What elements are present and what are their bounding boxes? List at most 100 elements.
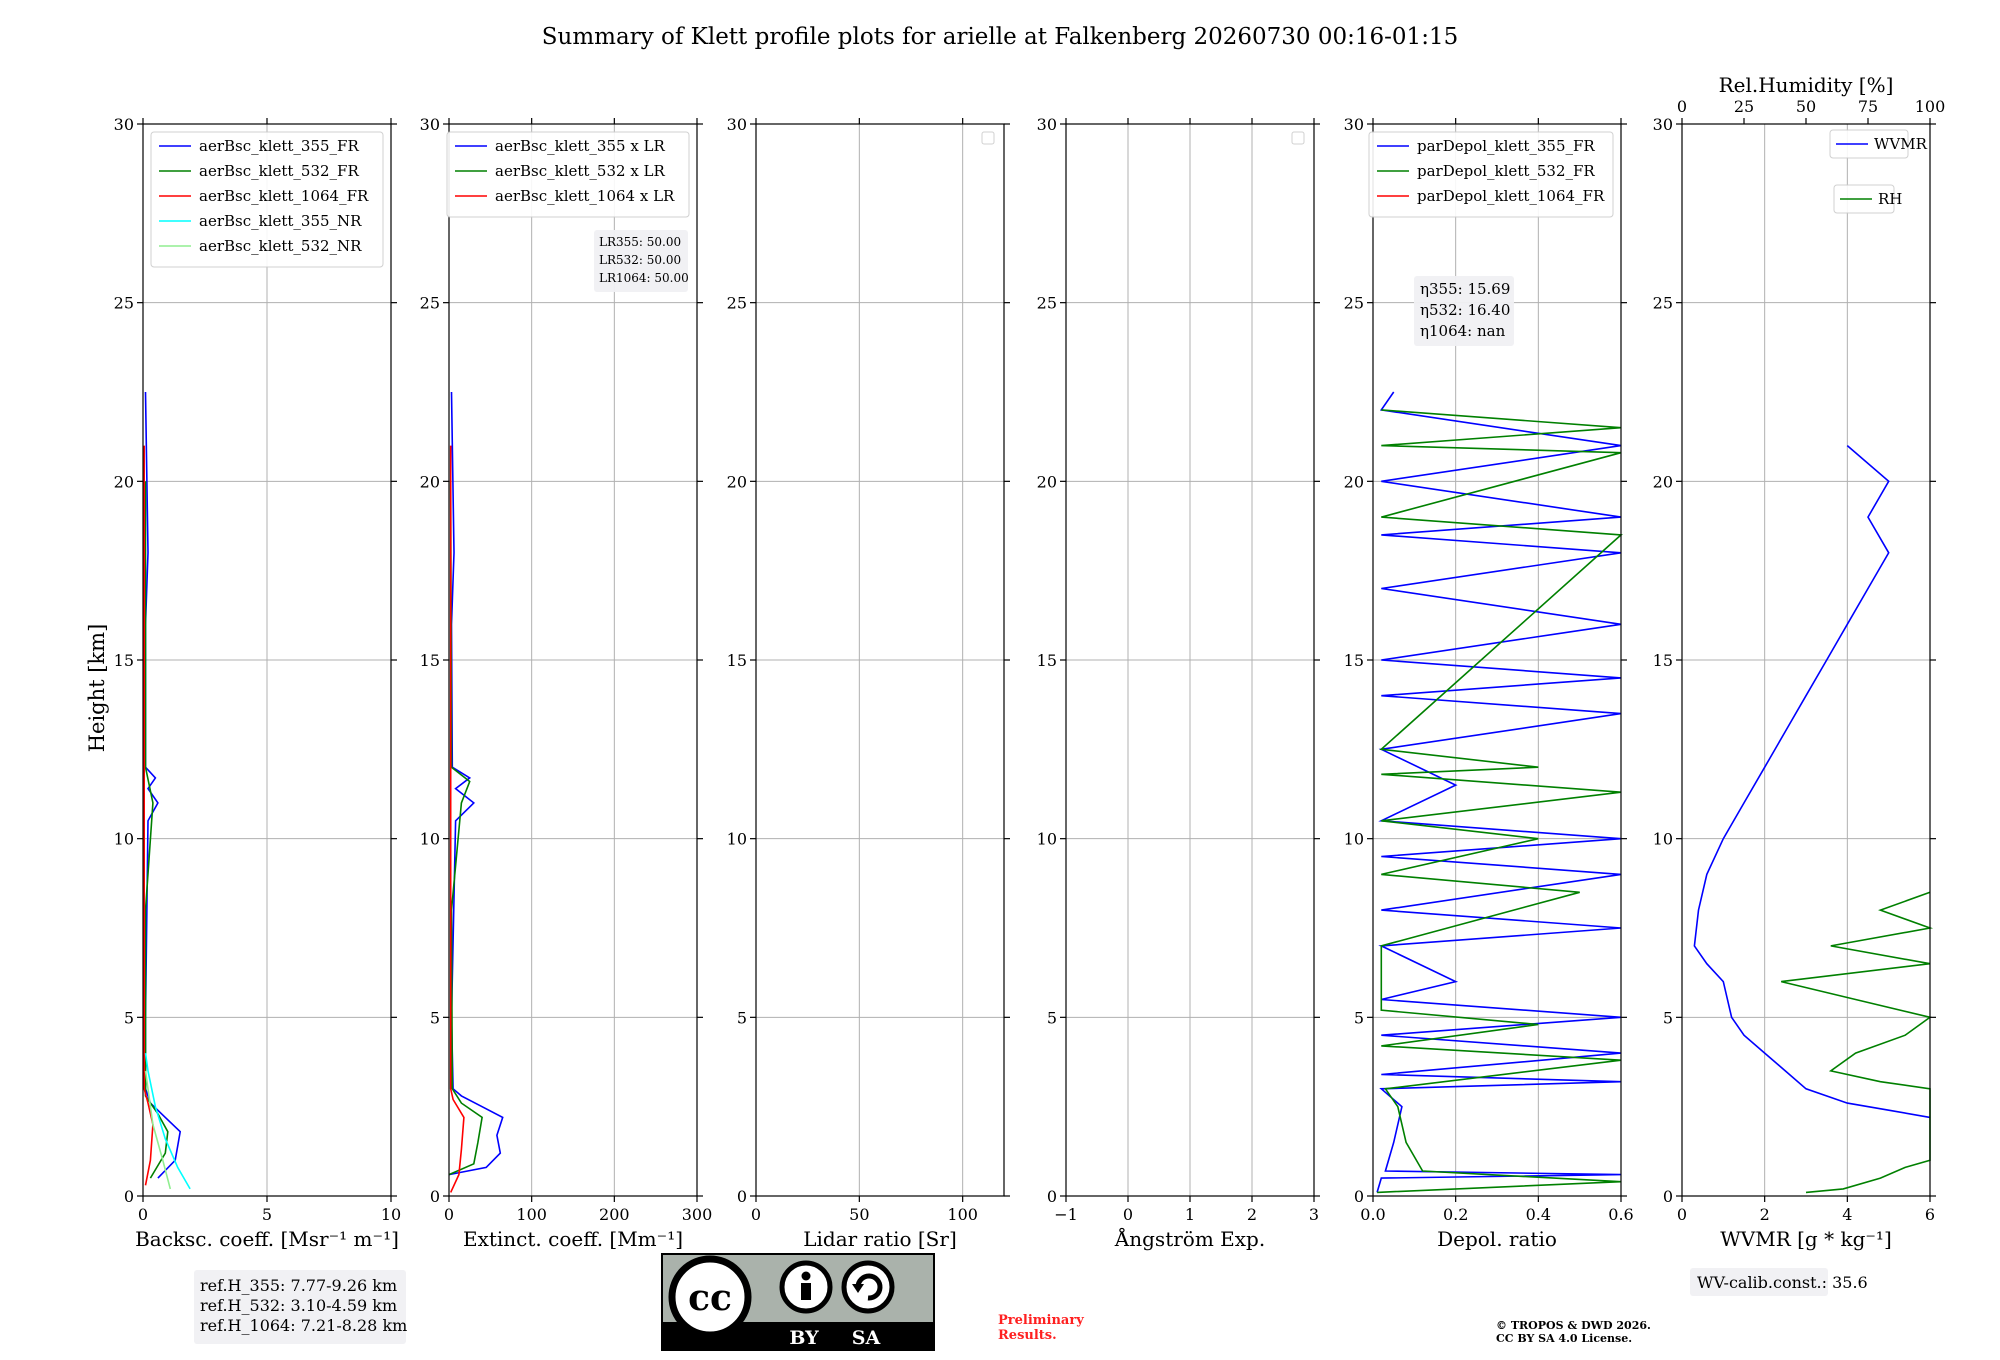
- y-tick-label: 5: [737, 1008, 747, 1027]
- y-tick-label: 25: [1653, 294, 1673, 313]
- legend-label-aerbsc-klett-532-x-lr: aerBsc_klett_532 x LR: [495, 162, 666, 180]
- y-tick-label: 20: [1037, 472, 1057, 491]
- reference-height-1064: ref.H_1064: 7.21-8.28 km: [200, 1316, 407, 1335]
- y-tick-label: 20: [1344, 472, 1364, 491]
- empty-legend-box: [981, 131, 995, 145]
- x-tick-label: 2: [1247, 1205, 1257, 1224]
- legend-label-pardepol-klett-355-fr: parDepol_klett_355_FR: [1417, 137, 1595, 155]
- cc-by-sa-badge[interactable]: cc BY SA: [661, 1253, 935, 1351]
- y-tick-label: 25: [420, 294, 440, 313]
- x-tick-label: 0: [1677, 1205, 1687, 1224]
- eta-532: η532: 16.40: [1420, 301, 1510, 319]
- legend-label-aerbsc-klett-532-fr: aerBsc_klett_532_FR: [199, 162, 359, 180]
- legend-label-aerbsc-klett-532-nr: aerBsc_klett_532_NR: [199, 237, 362, 255]
- x-tick-label: 100: [516, 1205, 547, 1224]
- profile-panels: 0510152025300 5 10Backsc. coeff. [Msr⁻¹ m⁻…: [114, 73, 1946, 1251]
- x-tick-label: 10: [381, 1205, 401, 1224]
- panel-1: 0 5 10 15 20 25 30 0 5 10 Backsc. coeff. [Msr⁻¹ m⁻…: [114, 115, 402, 1251]
- x-tick-label: 5: [262, 1205, 272, 1224]
- legend-label-pardepol-klett-1064-fr: parDepol_klett_1064_FR: [1417, 187, 1605, 205]
- y-tick-label: 10: [420, 830, 440, 849]
- x-tick-label: 3: [1309, 1205, 1319, 1224]
- top-x-tick-label: 100: [1915, 97, 1946, 116]
- x-tick-label: 100: [947, 1205, 978, 1224]
- x-tick-label: 50: [849, 1205, 869, 1224]
- x-tick-label: −1: [1054, 1205, 1078, 1224]
- x-tick-label: 0.2: [1443, 1205, 1468, 1224]
- y-tick-label: 5: [1354, 1008, 1364, 1027]
- legend-label: RH: [1878, 190, 1902, 208]
- license-by-label: BY: [789, 1327, 819, 1349]
- empty-legend-box: [1291, 131, 1305, 145]
- lidar-ratio-1064: LR1064: 50.00: [599, 271, 689, 285]
- preliminary-note-line1: Preliminary: [998, 1313, 1084, 1328]
- y-tick-label: 15: [420, 651, 440, 670]
- x-axis-label: Depol. ratio: [1437, 1227, 1557, 1251]
- top-x-tick-label: 0: [1677, 97, 1687, 116]
- copyright-note-line2: CC BY SA 4.0 License.: [1496, 1332, 1632, 1345]
- x-tick-label: 300: [682, 1205, 713, 1224]
- x-tick-label: 0: [751, 1205, 761, 1224]
- y-tick-label: 0: [124, 1187, 134, 1206]
- x-tick-label: 6: [1925, 1205, 1935, 1224]
- y-tick-label: 0: [430, 1187, 440, 1206]
- eta-355: η355: 15.69: [1420, 280, 1510, 298]
- preliminary-note-line2: Results.: [998, 1328, 1057, 1343]
- y-tick-label: 20: [420, 472, 440, 491]
- x-axis-label: Lidar ratio [Sr]: [803, 1227, 957, 1251]
- x-tick-label: 2: [1760, 1205, 1770, 1224]
- legend-rh: RH: [1833, 184, 1902, 214]
- legend: parDepol_klett_355_FR parDepol_klett_532_…: [1368, 131, 1614, 218]
- legend-label-aerbsc-klett-355-nr: aerBsc_klett_355_NR: [199, 212, 362, 230]
- height-axis-label: Height [km]: [85, 624, 109, 753]
- top-x-tick-label: 25: [1734, 97, 1754, 116]
- y-tick-label: 15: [1653, 651, 1673, 670]
- y-tick-label: 20: [114, 472, 134, 491]
- panel-3: 0 5 10 15 20 25 30 0 50 100 Lidar ratio [Sr]: [727, 115, 1010, 1251]
- y-tick-label: 15: [1344, 651, 1364, 670]
- figure-title: Summary of Klett profile plots for ariel…: [542, 24, 1458, 50]
- y-tick-label: 10: [727, 830, 747, 849]
- panel-6: 0510152025300 2 4 6WVMR [g * kg⁻¹]0 25 50 75 10…: [1653, 73, 1946, 1251]
- wv-calibration-text: WV-calib.const.: 35.6: [1697, 1273, 1868, 1292]
- y-tick-label: 30: [1344, 115, 1364, 134]
- y-tick-label: 5: [1047, 1008, 1057, 1027]
- legend-wvmr: WVMR: [1829, 129, 1928, 159]
- legend: aerBsc_klett_355 x LR aerBsc_klett_532 x …: [446, 131, 690, 218]
- copyright-note-line1: © TROPOS & DWD 2026.: [1496, 1319, 1651, 1332]
- top-x-tick-label: 50: [1796, 97, 1816, 116]
- x-axis-label: Extinct. coeff. [Mm⁻¹]: [463, 1227, 683, 1251]
- klett-summary-figure: Summary of Klett profile plots for ariel…: [85, 24, 1946, 1351]
- y-tick-label: 0: [1354, 1187, 1364, 1206]
- legend-label-aerbsc-klett-1064-x-lr: aerBsc_klett_1064 x LR: [495, 187, 675, 205]
- y-tick-label: 25: [1037, 294, 1057, 313]
- y-tick-label: 10: [1653, 830, 1673, 849]
- y-tick-label: 30: [114, 115, 134, 134]
- series-line-aerbsc-klett-532-x-lr: [448, 481, 483, 1176]
- y-tick-label: 5: [1663, 1008, 1673, 1027]
- legend-label-pardepol-klett-532-fr: parDepol_klett_532_FR: [1417, 162, 1595, 180]
- series-line-wvmr: [1693, 444, 1931, 1119]
- y-tick-label: 20: [1653, 472, 1673, 491]
- cc-logo-text: cc: [688, 1277, 732, 1319]
- y-tick-label: 15: [114, 651, 134, 670]
- y-tick-label: 25: [727, 294, 747, 313]
- x-axis-label: Backsc. coeff. [Msr⁻¹ m⁻¹]: [135, 1227, 399, 1251]
- license-sa-label: SA: [852, 1327, 881, 1349]
- x-tick-label: 200: [599, 1205, 630, 1224]
- top-x-tick-label: 75: [1858, 97, 1878, 116]
- series-line-aerbsc-klett-355-fr: [144, 391, 182, 1179]
- x-tick-label: 0.6: [1608, 1205, 1633, 1224]
- legend: aerBsc_klett_355_FR aerBsc_klett_532_FRae…: [150, 131, 384, 268]
- y-tick-label: 5: [124, 1008, 134, 1027]
- y-tick-label: 20: [727, 472, 747, 491]
- y-tick-label: 25: [1344, 294, 1364, 313]
- y-tick-label: 0: [1047, 1187, 1057, 1206]
- x-tick-label: 4: [1842, 1205, 1852, 1224]
- x-axis-label: WVMR [g * kg⁻¹]: [1720, 1227, 1892, 1251]
- y-tick-label: 30: [727, 115, 747, 134]
- legend-label: WVMR: [1874, 135, 1928, 153]
- x-tick-label: 0: [1123, 1205, 1133, 1224]
- x-axis-label: Ångström Exp.: [1114, 1226, 1265, 1251]
- x-tick-label: 1: [1185, 1205, 1195, 1224]
